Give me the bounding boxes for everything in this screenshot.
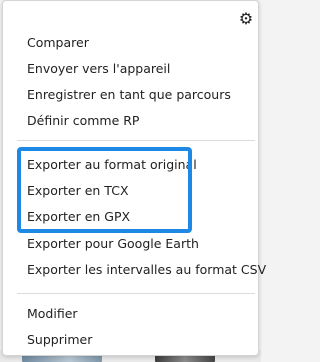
actions-dropdown-menu: ⚙ Comparer Envoyer vers l'appareil Enreg… [2, 0, 266, 356]
menu-item-send-to-device[interactable]: Envoyer vers l'appareil [27, 58, 170, 80]
menu-item-export-intervals-csv[interactable]: Exporter les intervalles au format CSV [27, 259, 266, 281]
menu-item-set-as-pr[interactable]: Définir comme RP [27, 110, 139, 132]
menu-item-save-as-course[interactable]: Enregistrer en tant que parcours [27, 84, 231, 106]
menu-item-delete[interactable]: Supprimer [27, 329, 92, 351]
menu-item-edit[interactable]: Modifier [27, 303, 78, 325]
menu-item-export-original[interactable]: Exporter au format original [27, 154, 197, 176]
menu-item-export-gpx[interactable]: Exporter en GPX [27, 206, 130, 228]
menu-item-compare[interactable]: Comparer [27, 32, 89, 54]
gear-icon[interactable]: ⚙ [238, 11, 254, 27]
menu-item-export-google-earth[interactable]: Exporter pour Google Earth [27, 233, 199, 255]
menu-divider [17, 293, 255, 294]
menu-divider [17, 140, 255, 141]
menu-item-export-tcx[interactable]: Exporter en TCX [27, 180, 129, 202]
